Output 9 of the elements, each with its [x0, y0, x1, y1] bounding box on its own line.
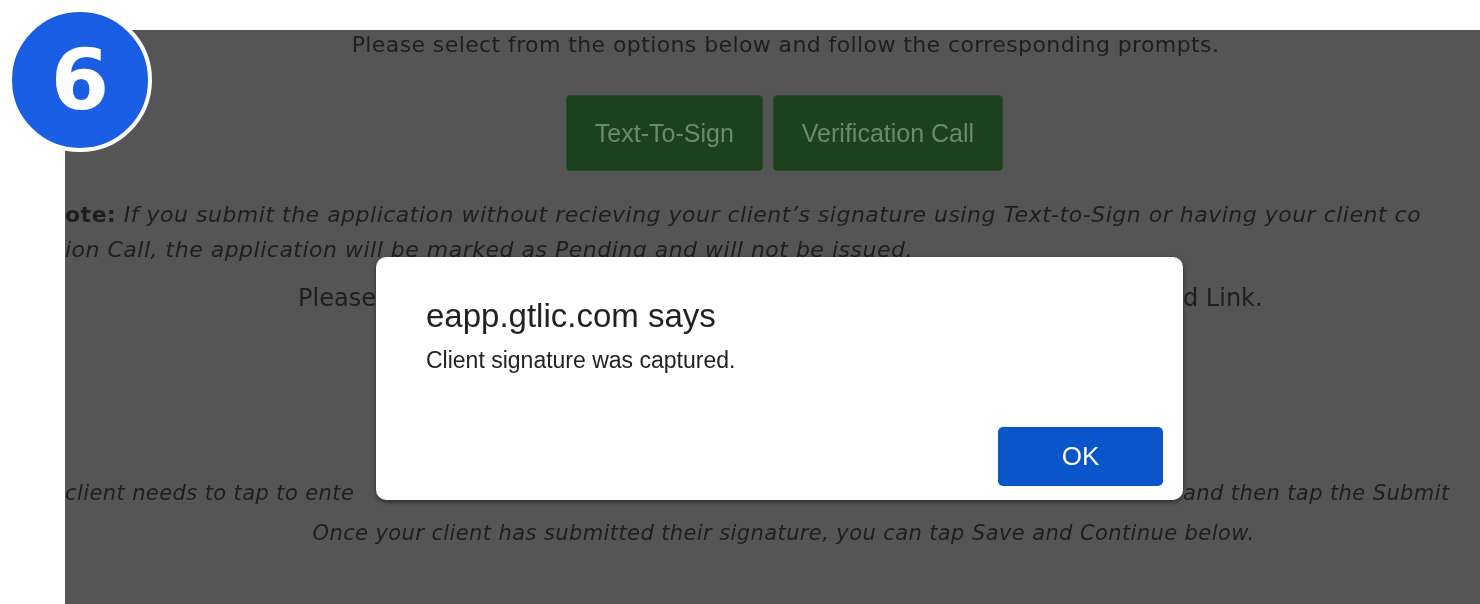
option-button[interactable]: Verification Call [772, 95, 1004, 171]
body-text: d Link. [1183, 283, 1264, 313]
option-button[interactable]: Text-To-Sign [565, 95, 763, 171]
note-text: ote: If you submit the application without recieving your client’s signature using Text-to-Sign or having your client co [65, 201, 1423, 229]
body-text: Please [298, 283, 376, 313]
instruction-text: Please select from the options below and follow the corresponding prompts. [351, 31, 1220, 59]
ok-button[interactable]: OK [998, 427, 1163, 486]
dialog-message: Client signature was captured. [426, 347, 736, 374]
dialog-title: eapp.gtlic.com says [426, 297, 716, 335]
